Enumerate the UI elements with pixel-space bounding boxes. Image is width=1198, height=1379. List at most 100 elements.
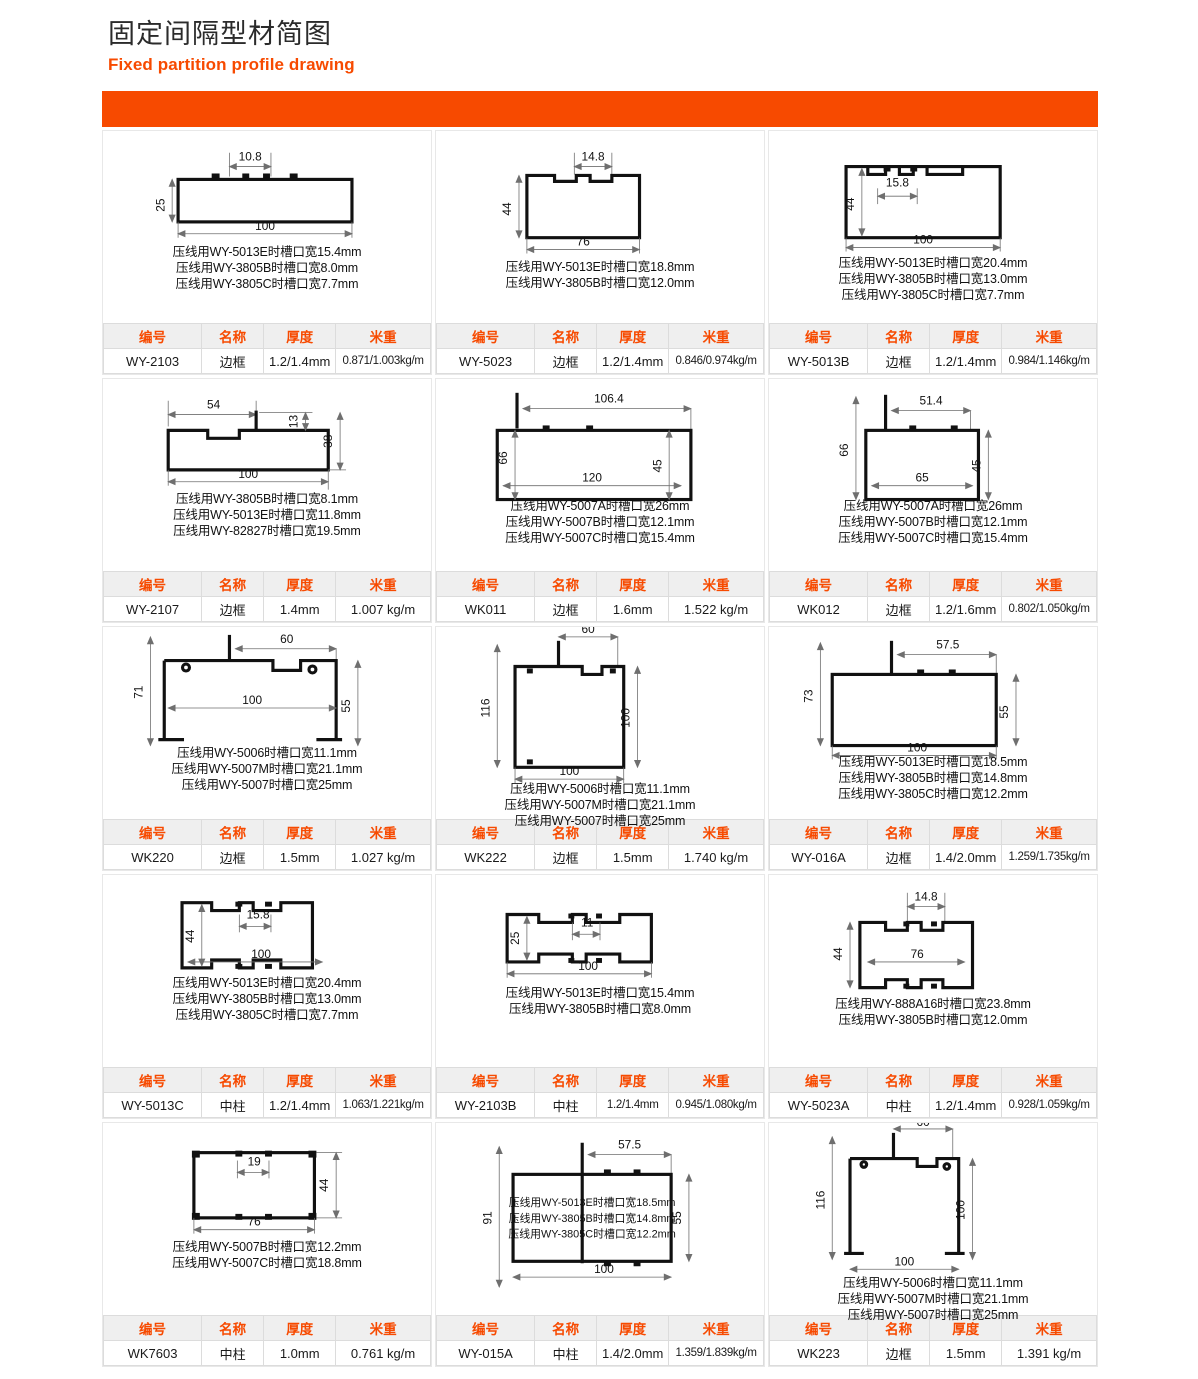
profile-notes: 压线用WY-5007B时槽口宽12.2mm 压线用WY-5007C时槽口宽18.… [103, 1239, 431, 1271]
profile-drawing: 15.8 44 100 压线用WY-5013E时槽口宽20.4mm 压线用WY-… [103, 875, 431, 1067]
spec-code: WY-016A [769, 844, 869, 871]
note-line: 压线用WY-5013E时槽口宽15.4mm [505, 986, 695, 1001]
spec-header-name: 名称 [867, 571, 931, 598]
dimension-right: 45 [650, 459, 664, 473]
dimension-right: 38 [321, 434, 335, 448]
spec-header-thickness: 厚度 [929, 571, 1003, 598]
dimension-bottom: 76 [911, 947, 925, 961]
dimension-left: 91 [480, 1211, 494, 1225]
spec-header-weight: 米重 [335, 1315, 431, 1342]
profile-grid: 10.8 25 100 压线用WY-5013E时槽口宽15.4mm 压线用WY-… [102, 130, 1098, 1368]
note-line: 压线用WY-3805B时槽口宽8.1mm [176, 492, 358, 507]
spec-weight: 1.391 kg/m [1001, 1340, 1097, 1367]
spec-code: WY-5013C [103, 1092, 203, 1119]
profile-cell[interactable]: 15.8 44 100 压线用WY-5013E时槽口宽20.4mm 压线用WY-… [768, 130, 1098, 376]
spec-weight: 1.359/1.839kg/m [668, 1340, 764, 1367]
spec-name: 边框 [534, 844, 598, 871]
spec-header-thickness: 厚度 [263, 1315, 337, 1342]
spec-header-weight: 米重 [668, 323, 764, 350]
dimension-bottom: 100 [578, 959, 598, 973]
spec-weight: 1.007 kg/m [335, 596, 431, 623]
spec-value-row: WK220 边框 1.5mm 1.027 kg/m [103, 844, 431, 871]
dimension-left: 71 [132, 685, 146, 699]
spec-weight: 0.802/1.050kg/m [1001, 596, 1097, 623]
note-line: 压线用WY-3805B时槽口宽14.8mm [838, 771, 1028, 786]
spec-thickness: 1.2/1.4mm [263, 1092, 337, 1119]
profile-cell[interactable]: 14.8 44 76 压线用WY-5013E时槽口宽18.8mm 压线用WY-3… [435, 130, 765, 376]
spec-header-row: 编号 名称 厚度 米重 [436, 323, 764, 350]
dimension-left: 44 [843, 197, 857, 211]
note-line: 压线用WY-5007M时槽口宽21.1mm [837, 1292, 1029, 1307]
spec-header-row: 编号 名称 厚度 米重 [436, 1067, 764, 1094]
spec-header-thickness: 厚度 [929, 323, 1003, 350]
dimension-bottom: 100 [907, 741, 927, 755]
dimension-top: 10.8 [239, 150, 262, 164]
dimension-top: 60 [582, 627, 596, 636]
spec-value-row: WY-2107 边框 1.4mm 1.007 kg/m [103, 596, 431, 623]
profile-cell[interactable]: 51.4 66 45 65 压线用WY-5007A时槽口宽26mm 压线用WY-… [768, 378, 1098, 624]
spec-thickness: 1.2/1.4mm [929, 1092, 1003, 1119]
spec-code: WK012 [769, 596, 869, 623]
note-line: 压线用WY-3805C时槽口宽12.2mm [508, 1227, 675, 1241]
spec-value-row: WY-016A 边框 1.4/2.0mm 1.259/1.735kg/m [769, 844, 1097, 871]
profile-cell[interactable]: 10.8 25 100 压线用WY-5013E时槽口宽15.4mm 压线用WY-… [102, 130, 432, 376]
profile-notes: 压线用WY-5006时槽口宽11.1mm 压线用WY-5007M时槽口宽21.1… [436, 781, 764, 829]
spec-header-code: 编号 [436, 1315, 536, 1342]
profile-cell[interactable]: 60 116 100 100 压线用WY-5006时槽口宽11.1mm 压线用W… [435, 626, 765, 872]
note-line: 压线用WY-5007B时槽口宽12.2mm [172, 1240, 362, 1255]
spec-value-row: WY-5013C 中柱 1.2/1.4mm 1.063/1.221kg/m [103, 1092, 431, 1119]
spec-header-code: 编号 [769, 571, 869, 598]
spec-header-thickness: 厚度 [263, 323, 337, 350]
spec-name: 边框 [201, 348, 265, 375]
spec-code: WK7603 [103, 1340, 203, 1367]
spec-value-row: WK7603 中柱 1.0mm 0.761 kg/m [103, 1340, 431, 1367]
spec-header-code: 编号 [103, 1315, 203, 1342]
dimension-left: 73 [801, 689, 815, 703]
spec-thickness: 1.2/1.4mm [596, 1092, 670, 1119]
spec-weight: 0.761 kg/m [335, 1340, 431, 1367]
spec-header-row: 编号 名称 厚度 米重 [769, 1067, 1097, 1094]
profile-cell[interactable]: 106.4 66 45 120 压线用WY-5007A时槽口宽26mm 压线用W… [435, 378, 765, 624]
profile-drawing: 19 44 76 压线用WY-5007B时槽口宽12.2mm 压线用WY-500… [103, 1123, 431, 1315]
dimension-right: 100 [954, 1200, 968, 1220]
dimension-right: 45 [969, 459, 983, 473]
profile-notes: 压线用WY-888A16时槽口宽23.8mm 压线用WY-3805B时槽口宽12… [769, 996, 1097, 1028]
spec-header-weight: 米重 [668, 571, 764, 598]
spec-thickness: 1.4/2.0mm [596, 1340, 670, 1367]
profile-drawing: 60 71 55 100 压线用WY-5006时槽口宽11.1mm 压线用WY-… [103, 627, 431, 819]
spec-name: 中柱 [867, 1092, 931, 1119]
note-line: 压线用WY-5007M时槽口宽21.1mm [171, 762, 363, 777]
spec-header-row: 编号 名称 厚度 米重 [103, 323, 431, 350]
profile-cell[interactable]: 60 71 55 100 压线用WY-5006时槽口宽11.1mm 压线用WY-… [102, 626, 432, 872]
profile-cell[interactable]: 19 44 76 压线用WY-5007B时槽口宽12.2mm 压线用WY-500… [102, 1122, 432, 1368]
spec-header-thickness: 厚度 [596, 1315, 670, 1342]
spec-header-row: 编号 名称 厚度 米重 [103, 819, 431, 846]
spec-header-weight: 米重 [335, 323, 431, 350]
dimension-left: 25 [153, 198, 167, 212]
spec-header-name: 名称 [534, 571, 598, 598]
profile-cell[interactable]: 14.8 44 76 压线用WY-888A16时槽口宽23.8mm 压线用WY-… [768, 874, 1098, 1120]
spec-name: 边框 [201, 596, 265, 623]
profile-cell[interactable]: 57.5 73 55 100 压线用WY-5013E时槽口宽18.5mm 压线用… [768, 626, 1098, 872]
note-line: 压线用WY-3805C时槽口宽7.7mm [175, 1008, 359, 1023]
dimension-top: 57.5 [936, 638, 959, 652]
dimension-right: 100 [619, 708, 633, 728]
profile-cell[interactable]: 11 25 100 压线用WY-5013E时槽口宽15.4mm 压线用WY-38… [435, 874, 765, 1120]
spec-code: WK220 [103, 844, 203, 871]
spec-header-row: 编号 名称 厚度 米重 [769, 323, 1097, 350]
profile-drawing: 106.4 66 45 120 压线用WY-5007A时槽口宽26mm 压线用W… [436, 379, 764, 571]
dimension-left: 116 [813, 1190, 827, 1209]
profile-notes: 压线用WY-5007A时槽口宽26mm 压线用WY-5007B时槽口宽12.1m… [436, 498, 764, 546]
spec-header-row: 编号 名称 厚度 米重 [103, 571, 431, 598]
dimension-top: 11 [581, 916, 594, 930]
profile-cell[interactable]: 15.8 44 100 压线用WY-5013E时槽口宽20.4mm 压线用WY-… [102, 874, 432, 1120]
spec-name: 边框 [867, 596, 931, 623]
spec-header-row: 编号 名称 厚度 米重 [769, 819, 1097, 846]
spec-name: 中柱 [201, 1092, 265, 1119]
profile-cell[interactable]: 57.5 91 55 100 压线用WY-5013E时槽口宽18.5mm 压线用… [435, 1122, 765, 1368]
spec-table: 编号 名称 厚度 米重 WK220 边框 1.5mm 1.027 kg/m [103, 819, 431, 871]
profile-cell[interactable]: 60 116 100 100 [768, 1122, 1098, 1368]
dimension-bottom: 120 [582, 471, 602, 485]
profile-cell[interactable]: 54 13 38 100 压线用WY-3805B时槽口宽8.1mm 压线用WY-… [102, 378, 432, 624]
spec-thickness: 1.5mm [263, 844, 337, 871]
